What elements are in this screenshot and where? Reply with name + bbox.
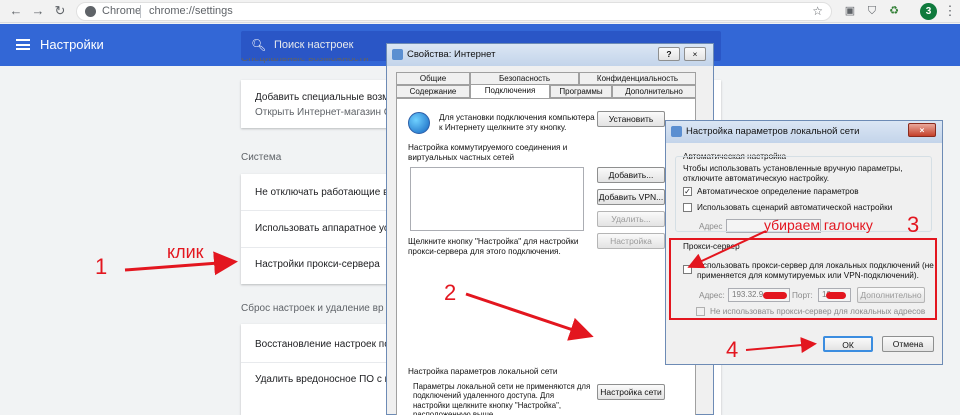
arrow-step-2	[465, 292, 594, 341]
annotation-arrows	[124, 230, 817, 354]
arrow-step-1	[124, 251, 238, 276]
arrow-step-3	[687, 230, 767, 269]
arrow-step-4	[745, 337, 817, 354]
